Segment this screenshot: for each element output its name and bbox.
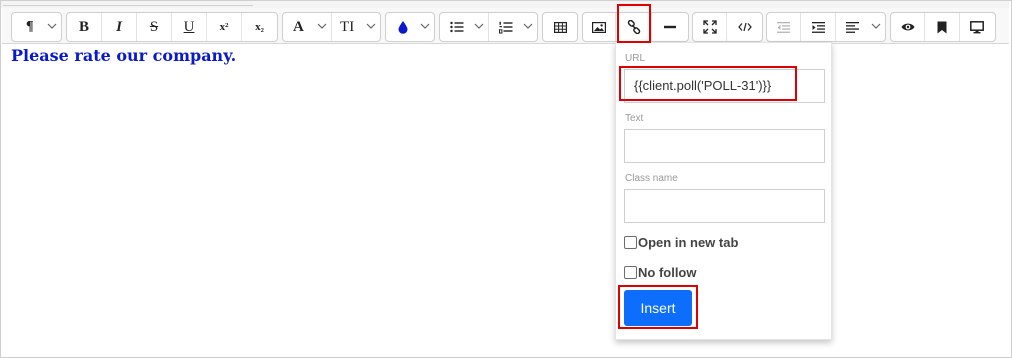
expand-icon: [702, 20, 717, 34]
minus-icon: [663, 25, 676, 29]
subscript-icon: x₂: [255, 21, 264, 33]
subscript-button[interactable]: x₂: [242, 13, 277, 41]
editor-toolbar: ¶ B I S U x² x₂ A TI: [2, 8, 1009, 44]
fullscreen-button[interactable]: [693, 13, 728, 41]
color-group: [385, 12, 435, 42]
link-popup: URL {{client.poll('POLL-31')}} Text Clas…: [615, 42, 832, 340]
chevron-down-icon: [474, 23, 484, 29]
superscript-icon: x²: [219, 21, 229, 33]
class-name-input[interactable]: [624, 189, 825, 223]
superscript-button[interactable]: x²: [207, 13, 242, 41]
code-icon: [737, 22, 752, 32]
bold-button[interactable]: B: [67, 13, 102, 41]
top-strip: [1, 1, 1009, 8]
media-group: [582, 12, 689, 42]
open-new-tab-option[interactable]: Open in new tab: [624, 235, 738, 250]
open-new-tab-label: Open in new tab: [638, 235, 739, 250]
chevron-down-icon: [523, 23, 533, 29]
ordered-list-button[interactable]: [489, 13, 537, 41]
link-icon: [627, 20, 640, 34]
chevron-down-icon: [871, 23, 881, 29]
indent-icon: [811, 21, 825, 33]
chevron-down-icon: [47, 23, 57, 29]
font-family-button[interactable]: A: [283, 13, 333, 41]
italic-button[interactable]: I: [102, 13, 137, 41]
table-button[interactable]: [543, 13, 577, 41]
font-group: A TI: [282, 12, 381, 42]
horizontal-rule-button[interactable]: [652, 13, 688, 41]
strikethrough-button[interactable]: S: [137, 13, 172, 41]
code-view-button[interactable]: [727, 13, 762, 41]
pilcrow-icon: ¶: [26, 19, 34, 34]
image-button[interactable]: [583, 13, 617, 41]
link-button[interactable]: [616, 13, 652, 41]
underline-icon: U: [183, 18, 195, 35]
image-icon: [592, 21, 607, 33]
font-icon: A: [293, 18, 304, 35]
outdent-icon: [777, 21, 791, 33]
chevron-down-icon: [420, 23, 430, 29]
top-strip-line: [3, 5, 253, 6]
text-color-button[interactable]: [386, 13, 434, 41]
font-size-button[interactable]: TI: [332, 13, 380, 41]
open-new-tab-checkbox[interactable]: [624, 236, 637, 249]
indent-button[interactable]: [801, 13, 836, 41]
bullet-list-icon: [450, 21, 464, 33]
chevron-down-icon: [317, 23, 327, 29]
unordered-list-button[interactable]: [440, 13, 489, 41]
indent-align-group: [766, 12, 886, 42]
numbered-list-icon: [499, 21, 513, 34]
text-input[interactable]: [624, 129, 825, 163]
align-left-icon: [845, 21, 859, 33]
eye-icon: [901, 23, 915, 31]
table-group: [542, 12, 578, 42]
strikethrough-icon: S: [149, 18, 159, 35]
no-follow-label: No follow: [638, 265, 697, 280]
bookmark-button[interactable]: [925, 13, 960, 41]
underline-button[interactable]: U: [172, 13, 207, 41]
desktop-icon: [970, 20, 985, 33]
align-button[interactable]: [836, 13, 885, 41]
text-height-icon: TI: [340, 18, 355, 35]
view-group: [692, 12, 763, 42]
class-name-label: Class name: [625, 173, 678, 184]
url-input[interactable]: {{client.poll('POLL-31')}}: [624, 69, 825, 103]
editor-content-text[interactable]: Please rate our company.: [11, 46, 236, 65]
no-follow-checkbox[interactable]: [624, 266, 637, 279]
url-label: URL: [625, 53, 646, 64]
desktop-preview-button[interactable]: [960, 13, 995, 41]
paragraph-format-button[interactable]: ¶: [12, 13, 61, 41]
paragraph-group: ¶: [11, 12, 62, 42]
bookmark-icon: [937, 21, 947, 33]
table-icon: [553, 21, 567, 33]
text-label: Text: [625, 113, 644, 124]
insert-button[interactable]: Insert: [624, 290, 692, 326]
no-follow-option[interactable]: No follow: [624, 265, 697, 280]
italic-icon: I: [116, 18, 122, 35]
outdent-button[interactable]: [767, 13, 802, 41]
bold-icon: B: [78, 18, 89, 35]
preview-group: [890, 12, 996, 42]
inline-format-group: B I S U x² x₂: [66, 12, 278, 42]
droplet-icon: [398, 21, 408, 34]
preview-button[interactable]: [891, 13, 926, 41]
list-group: [439, 12, 538, 42]
chevron-down-icon: [366, 23, 376, 29]
